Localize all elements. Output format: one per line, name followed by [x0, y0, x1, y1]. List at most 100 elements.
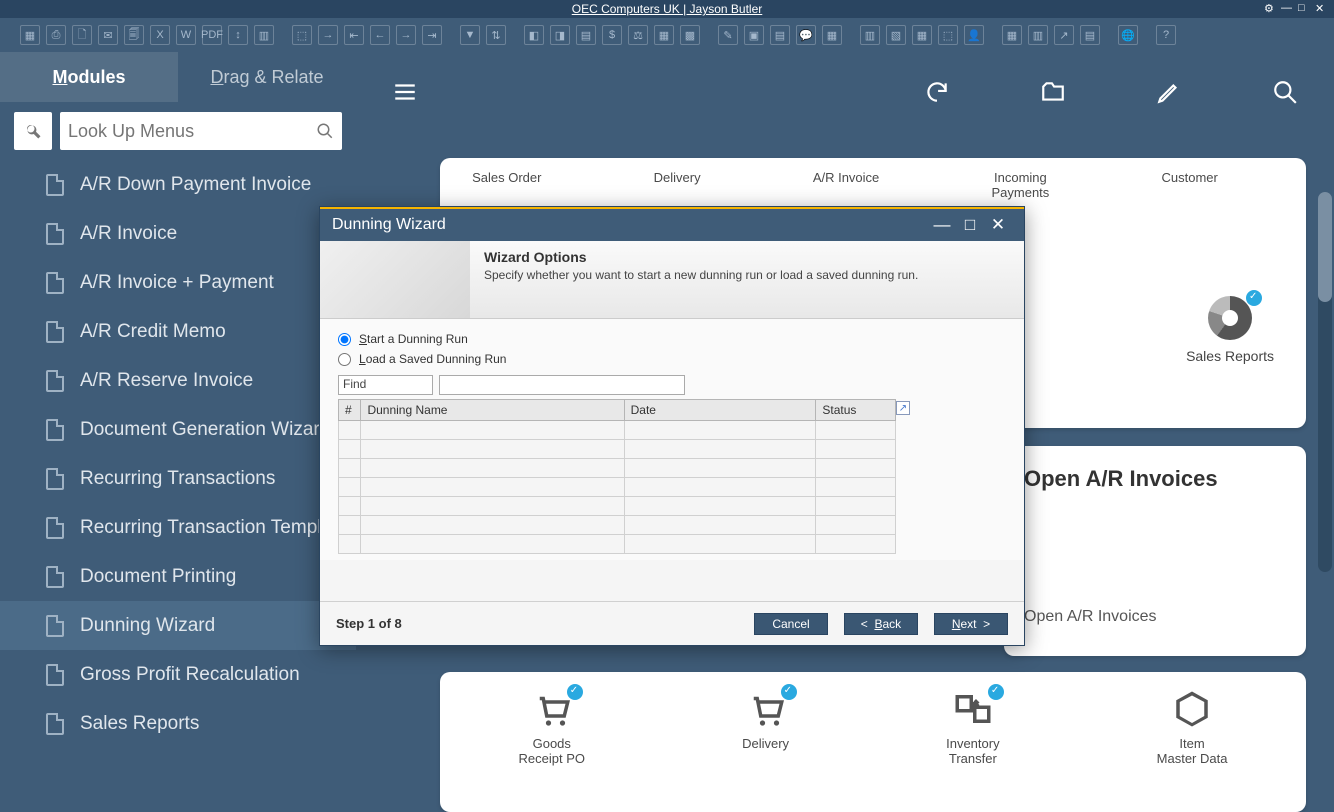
- tb-icon-next[interactable]: →: [396, 25, 416, 45]
- tb-icon-b[interactable]: ◨: [550, 25, 570, 45]
- tb-icon-10[interactable]: ▥: [254, 25, 274, 45]
- tb-icon-d[interactable]: ▦: [654, 25, 674, 45]
- radio-load-input[interactable]: [338, 353, 351, 366]
- tile-item-master[interactable]: Item Master Data: [1157, 688, 1228, 766]
- menu-ar-invoice-payment[interactable]: A/R Invoice + Payment: [0, 258, 356, 307]
- menu-ar-invoice[interactable]: A/R Invoice: [0, 209, 356, 258]
- search-icon[interactable]: [1272, 79, 1298, 105]
- expand-table-icon[interactable]: ↗: [896, 401, 910, 415]
- table-row[interactable]: [339, 440, 896, 459]
- tile-goods-receipt[interactable]: Goods Receipt PO: [519, 688, 585, 766]
- col-status[interactable]: Status: [816, 400, 896, 421]
- dashboard-card-open-invoices[interactable]: Open A/R Invoices Open A/R Invoices: [1004, 446, 1306, 656]
- col-date[interactable]: Date: [624, 400, 816, 421]
- tb-icon-help[interactable]: ?: [1156, 25, 1176, 45]
- tb-icon-balance[interactable]: ⚖: [628, 25, 648, 45]
- tab-drag-relate[interactable]: Drag & Relate: [178, 52, 356, 102]
- tb-icon-a[interactable]: ◧: [524, 25, 544, 45]
- folder-icon[interactable]: [1040, 79, 1066, 105]
- tb-icon-currency[interactable]: $: [602, 25, 622, 45]
- table-row[interactable]: [339, 421, 896, 440]
- radio-load-dunning[interactable]: Load a Saved Dunning Run: [338, 349, 1006, 369]
- win-close-icon[interactable]: ✕: [1315, 2, 1329, 16]
- tb-icon-9[interactable]: ↕: [228, 25, 248, 45]
- tb-icon-n[interactable]: ↗: [1054, 25, 1074, 45]
- refresh-icon[interactable]: [924, 79, 950, 105]
- tb-icon-chat[interactable]: 💬: [796, 25, 816, 45]
- tb-icon-o[interactable]: ▤: [1080, 25, 1100, 45]
- cancel-button[interactable]: Cancel: [754, 613, 828, 635]
- tb-icon-c[interactable]: ▤: [576, 25, 596, 45]
- tb-icon-i[interactable]: ▥: [860, 25, 880, 45]
- tile-incoming-payments[interactable]: Incoming Payments: [991, 170, 1049, 200]
- tile-delivery-bottom[interactable]: Delivery: [742, 688, 789, 766]
- tb-icon-calc[interactable]: ▦: [912, 25, 932, 45]
- radio-start-dunning[interactable]: Start a Dunning Run: [338, 329, 1006, 349]
- dialog-titlebar[interactable]: Dunning Wizard — □ ✕: [320, 207, 1024, 241]
- tb-icon-m[interactable]: ▥: [1028, 25, 1048, 45]
- table-row[interactable]: [339, 459, 896, 478]
- pencil-icon[interactable]: [1156, 79, 1182, 105]
- find-input[interactable]: [439, 375, 685, 395]
- tab-modules[interactable]: Modules: [0, 52, 178, 102]
- tb-icon-11[interactable]: ⬚: [292, 25, 312, 45]
- tb-icon-edit[interactable]: ✎: [718, 25, 738, 45]
- back-button[interactable]: < Back: [844, 613, 918, 635]
- tile-ar-invoice[interactable]: A/R Invoice: [813, 170, 879, 200]
- tb-icon-h[interactable]: ▦: [822, 25, 842, 45]
- tile-inventory-transfer[interactable]: Inventory Transfer: [946, 688, 999, 766]
- search-icon[interactable]: [316, 122, 334, 140]
- next-button[interactable]: Next >: [934, 613, 1008, 635]
- menu-doc-gen-wizard[interactable]: Document Generation Wizard: [0, 405, 356, 454]
- dialog-maximize-icon[interactable]: □: [956, 213, 984, 237]
- tb-icon-last[interactable]: ⇥: [422, 25, 442, 45]
- tile-customer[interactable]: Customer: [1161, 170, 1217, 200]
- tb-icon-2[interactable]: ⎙: [46, 25, 66, 45]
- menu-ar-credit-memo[interactable]: A/R Credit Memo: [0, 307, 356, 356]
- tb-icon-excel[interactable]: X: [150, 25, 170, 45]
- tile-sales-order[interactable]: Sales Order: [472, 170, 541, 200]
- tb-icon-l[interactable]: ▦: [1002, 25, 1022, 45]
- dialog-minimize-icon[interactable]: —: [928, 213, 956, 237]
- menu-gross-profit[interactable]: Gross Profit Recalculation: [0, 650, 356, 699]
- tb-icon-prev[interactable]: ←: [370, 25, 390, 45]
- table-row[interactable]: [339, 497, 896, 516]
- tb-icon-k[interactable]: ⬚: [938, 25, 958, 45]
- tb-icon-user[interactable]: 👤: [964, 25, 984, 45]
- tb-icon-sort[interactable]: ⇅: [486, 25, 506, 45]
- tb-icon-j[interactable]: ▧: [886, 25, 906, 45]
- win-minimize-icon[interactable]: —: [1281, 2, 1295, 16]
- win-settings-icon[interactable]: ⚙: [1264, 2, 1278, 16]
- scrollbar-thumb[interactable]: [1318, 192, 1332, 302]
- menu-document-printing[interactable]: Document Printing: [0, 552, 356, 601]
- wrench-icon[interactable]: [14, 112, 52, 150]
- menu-recurring-templates[interactable]: Recurring Transaction Templates: [0, 503, 356, 552]
- radio-start-input[interactable]: [338, 333, 351, 346]
- vertical-scrollbar[interactable]: [1318, 192, 1332, 572]
- tb-icon-f[interactable]: ▣: [744, 25, 764, 45]
- menu-dunning-wizard[interactable]: Dunning Wizard: [0, 601, 356, 650]
- menu-ar-reserve-invoice[interactable]: A/R Reserve Invoice: [0, 356, 356, 405]
- tb-icon-12[interactable]: →: [318, 25, 338, 45]
- tb-icon-4[interactable]: ✉: [98, 25, 118, 45]
- tb-icon-5[interactable]: 🗐: [124, 25, 144, 45]
- tb-icon-g[interactable]: ▤: [770, 25, 790, 45]
- menu-ar-down-payment[interactable]: A/R Down Payment Invoice: [0, 160, 356, 209]
- search-input[interactable]: [68, 121, 316, 142]
- tb-icon-1[interactable]: ▦: [20, 25, 40, 45]
- table-row[interactable]: [339, 478, 896, 497]
- tb-icon-pdf[interactable]: PDF: [202, 25, 222, 45]
- menu-sales-reports[interactable]: Sales Reports: [0, 699, 356, 748]
- hamburger-icon[interactable]: [392, 79, 418, 105]
- menu-search[interactable]: [60, 112, 342, 150]
- tb-icon-word[interactable]: W: [176, 25, 196, 45]
- menu-recurring-trans[interactable]: Recurring Transactions: [0, 454, 356, 503]
- col-dunning-name[interactable]: Dunning Name: [361, 400, 624, 421]
- tb-icon-first[interactable]: ⇤: [344, 25, 364, 45]
- tb-icon-e[interactable]: ▩: [680, 25, 700, 45]
- tb-icon-3[interactable]: 🗋: [72, 25, 92, 45]
- tile-sales-reports[interactable]: Sales Reports: [1186, 296, 1274, 364]
- dialog-close-icon[interactable]: ✕: [984, 213, 1012, 237]
- win-maximize-icon[interactable]: □: [1298, 2, 1312, 16]
- tb-icon-filter[interactable]: ▼: [460, 25, 480, 45]
